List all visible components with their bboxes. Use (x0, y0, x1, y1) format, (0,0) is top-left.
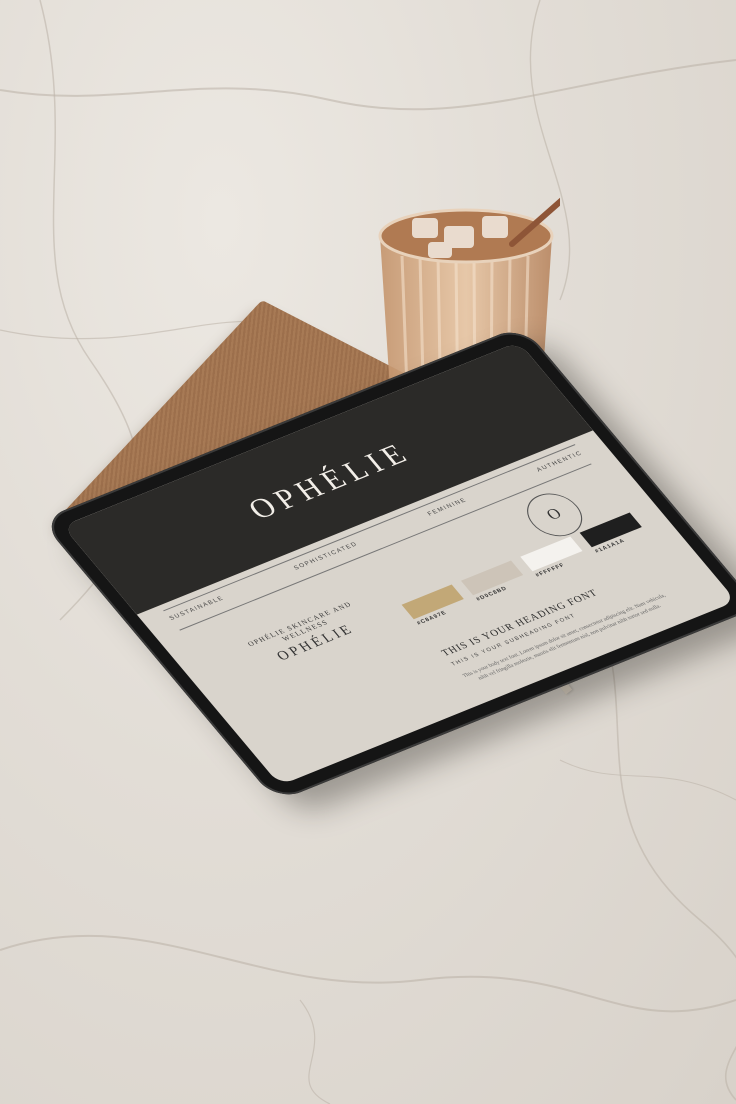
photo-scene: OPHÉLIE SUSTAINABLE SOPHISTICATED FEMINI… (0, 0, 736, 1104)
swatch-2: #D0C8BD (460, 560, 529, 602)
keyword-1: SUSTAINABLE (168, 595, 226, 622)
secondary-logo: OPHÉLIE SKINCARE AND WELLNESS OPHÉLIE (237, 597, 382, 675)
swatch-1: #C8A97E (401, 584, 470, 626)
swatch-3: #FFFFFF (520, 536, 588, 579)
color-palette: #C8A97E #D0C8BD #FFFFFF #1A1A1A (401, 512, 648, 626)
swatch-4: #1A1A1A (579, 512, 648, 555)
seal-letter: O (543, 505, 566, 524)
